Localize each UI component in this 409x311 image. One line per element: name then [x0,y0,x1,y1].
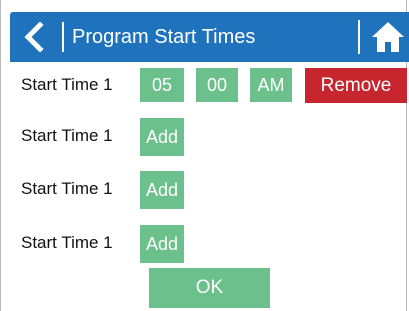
page-title: Program Start Times [72,26,256,48]
start-time-label: Start Time 1 [21,179,113,198]
home-icon[interactable] [371,21,405,53]
add-button[interactable]: Add [140,171,184,209]
start-time-label: Start Time 1 [21,233,113,252]
add-button[interactable]: Add [140,118,184,156]
chevron-left-icon[interactable] [19,22,49,52]
remove-button[interactable]: Remove [305,68,407,103]
header-divider-left [62,22,64,52]
minute-field[interactable]: 00 [196,68,238,102]
ampm-field[interactable]: AM [250,68,292,102]
header-bar: Program Start Times [10,12,409,62]
start-time-label: Start Time 1 [21,126,113,145]
header-divider-right [358,20,360,54]
hour-field[interactable]: 05 [140,68,184,102]
ok-button[interactable]: OK [149,268,270,308]
start-time-label: Start Time 1 [21,75,113,94]
add-button[interactable]: Add [140,225,184,263]
